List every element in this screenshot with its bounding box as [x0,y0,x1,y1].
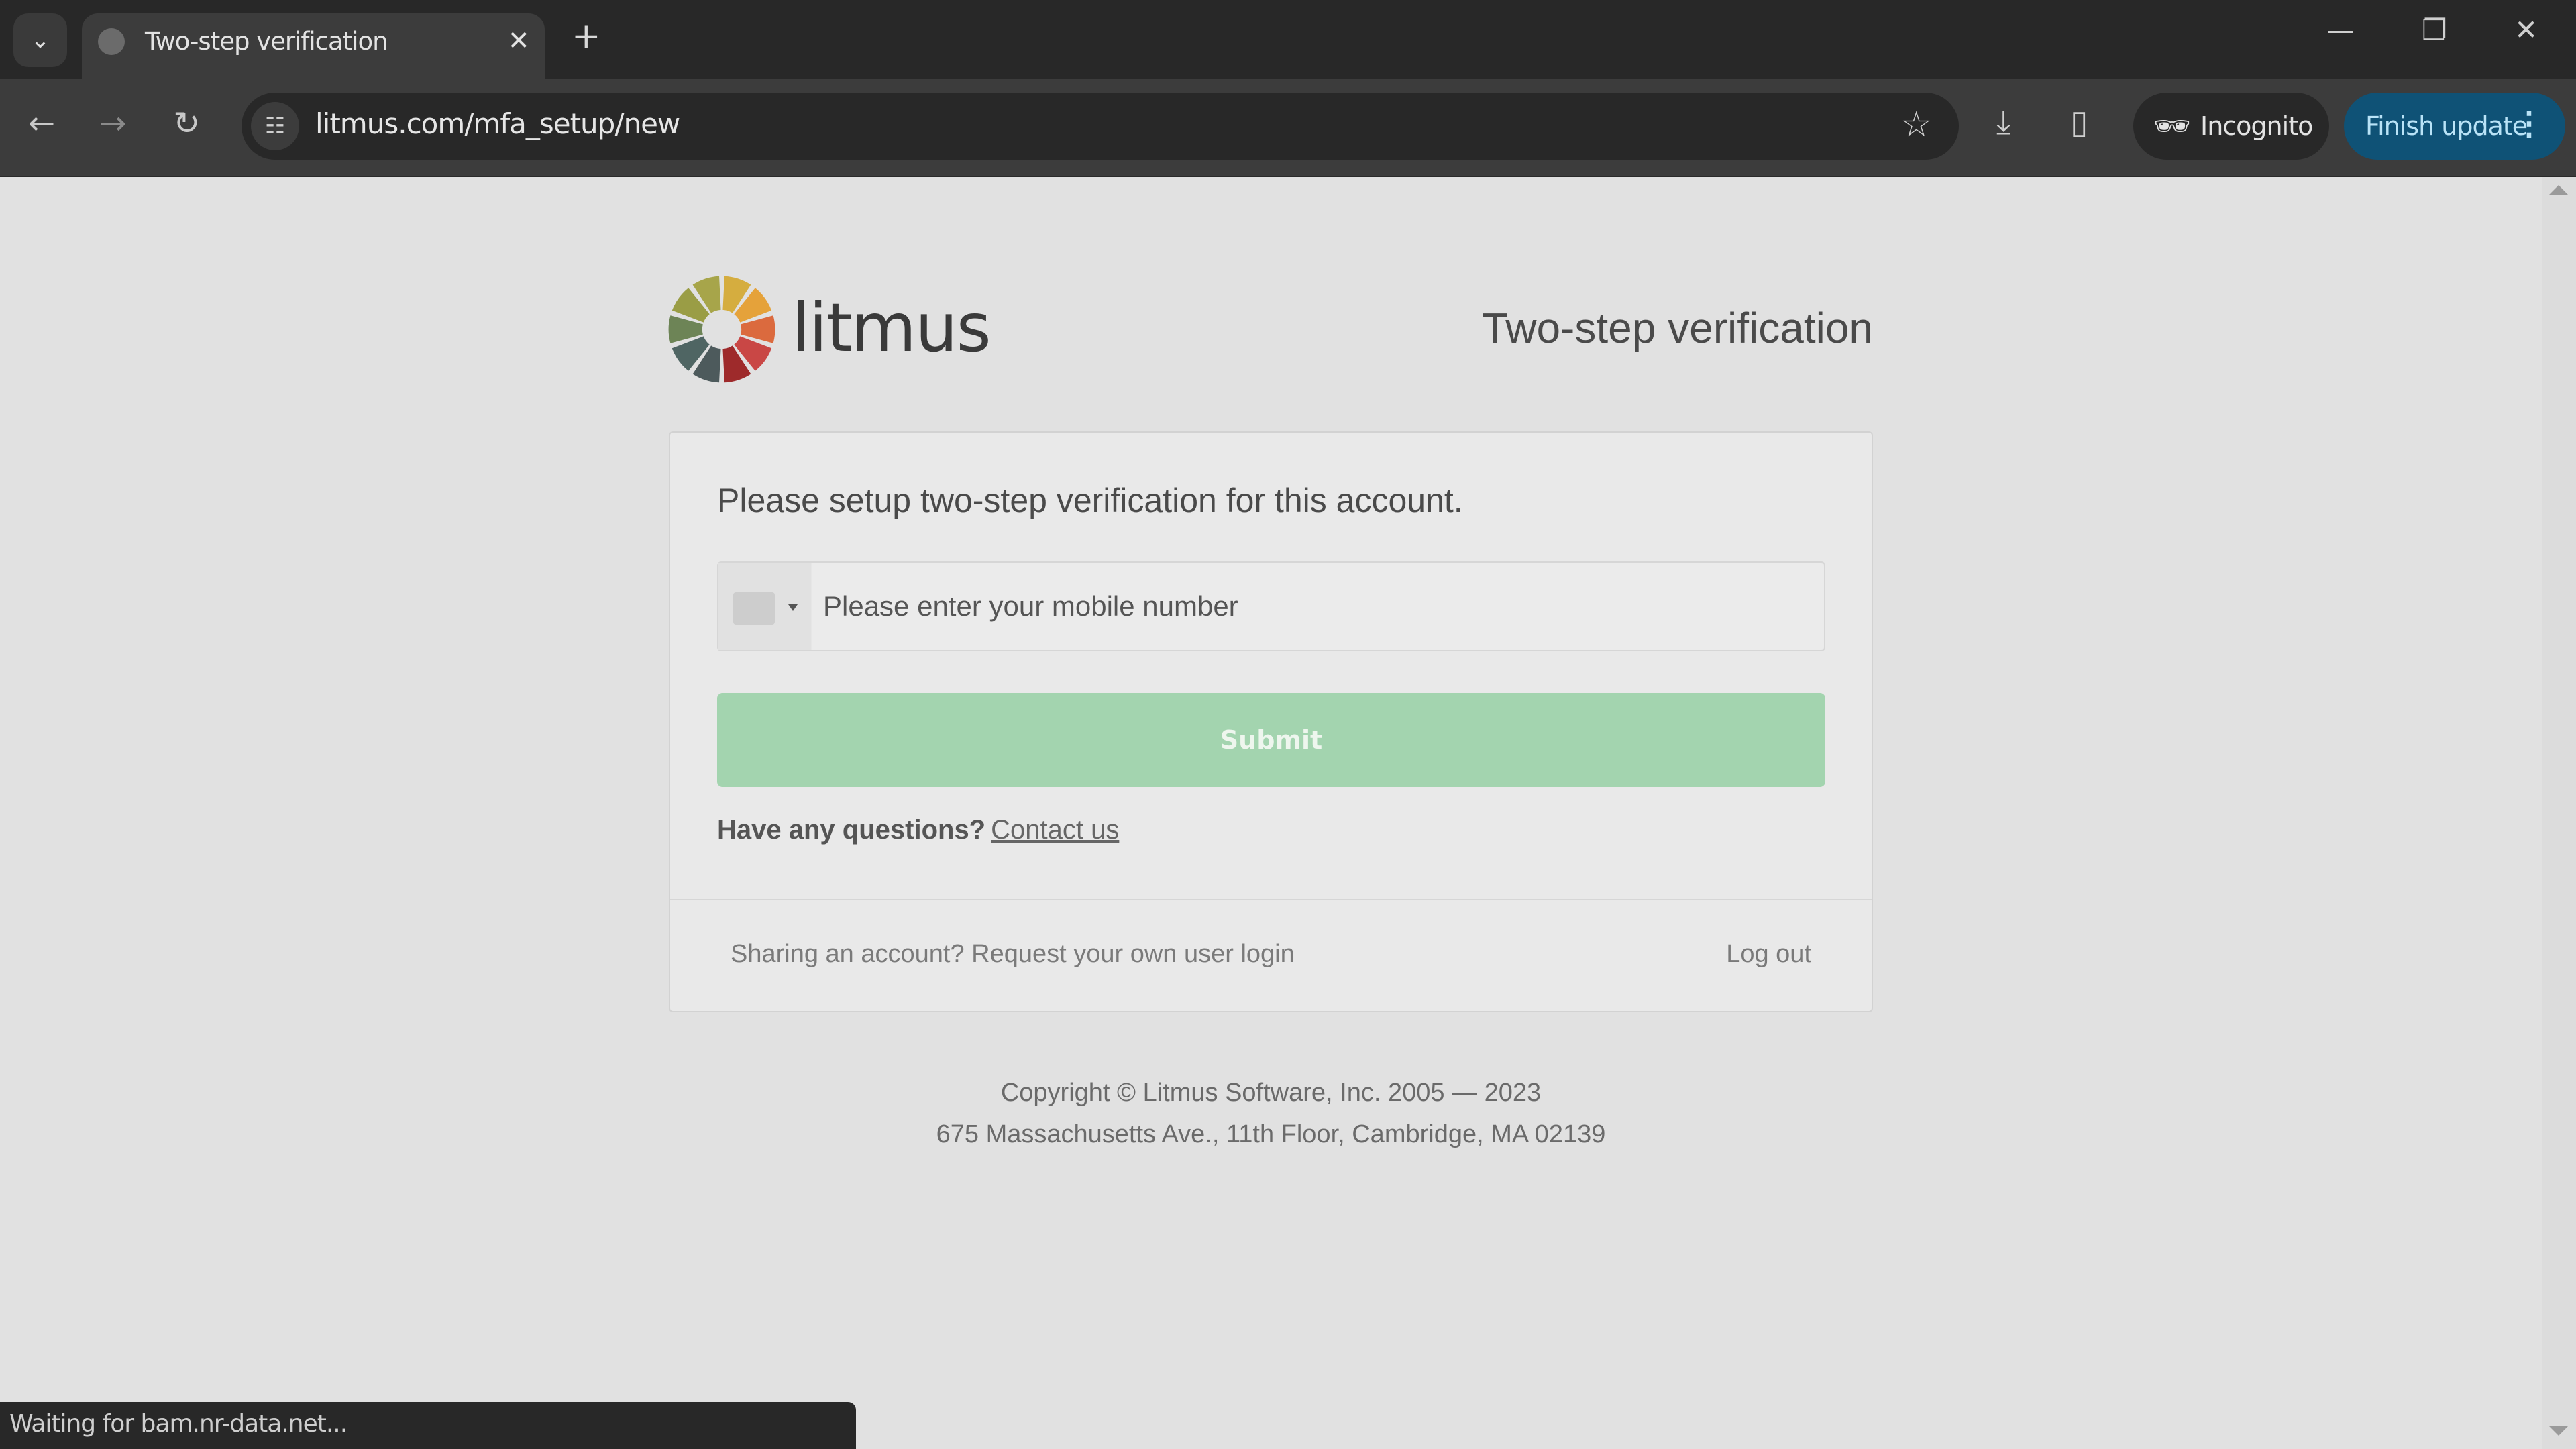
setup-instruction: Please setup two-step verification for t… [717,482,1463,519]
status-text: Waiting for bam.nr-data.net... [9,1410,347,1438]
finish-update-button[interactable]: Finish update ⋮ [2344,93,2565,160]
plus-icon[interactable]: + [572,16,601,56]
incognito-indicator[interactable]: 🕶 Incognito [2133,93,2329,160]
incognito-icon: 🕶 [2153,110,2191,143]
address-text: 675 Massachusetts Ave., 11th Floor, Camb… [936,1120,1606,1148]
download-icon[interactable]: ⤓ [1996,103,2010,142]
scroll-down-arrow-icon[interactable] [2549,1426,2568,1436]
url-text[interactable]: litmus.com/mfa_setup/new [315,107,680,140]
request-user-login-link[interactable]: Sharing an account? Request your own use… [731,940,1295,969]
tune-icon: ☷ [264,113,286,139]
status-bubble: Waiting for bam.nr-data.net... [0,1402,856,1449]
forward-arrow-icon[interactable]: → [99,105,126,142]
mfa-setup-card: Please setup two-step verification for t… [669,431,1873,1012]
tab-title: Two-step verification [145,27,388,56]
chevron-down-icon: ⌄ [30,28,50,53]
close-icon[interactable]: ✕ [507,25,530,56]
help-line: Have any questions? Contact us [717,815,1119,845]
tab-strip: ⌄ Two-step verification ✕ + — ❐ ✕ [0,0,2576,79]
globe-icon [98,28,125,55]
submit-button[interactable]: Submit [717,693,1825,787]
questions-label: Have any questions? [717,815,986,845]
more-menu-icon[interactable]: ⋮ [2513,105,2545,142]
logo-wordmark: litmus [792,288,991,367]
page-title: Two-step verification [1481,304,1873,352]
log-out-link[interactable]: Log out [1726,940,1811,969]
reload-icon[interactable]: ↻ [173,105,200,142]
finish-update-label: Finish update [2365,111,2528,141]
minimize-icon[interactable]: — [2326,13,2355,46]
site-info-button[interactable]: ☷ [251,102,299,150]
address-bar[interactable]: ☷ litmus.com/mfa_setup/new ☆ [241,93,1959,160]
flag-icon [733,592,775,625]
incognito-label: Incognito [2200,111,2313,141]
contact-us-link[interactable]: Contact us [991,815,1119,845]
window-close-icon[interactable]: ✕ [2514,13,2538,46]
card-divider [670,899,1872,900]
phone-number-field [717,561,1825,651]
bookmark-star-icon[interactable]: ☆ [1900,105,1932,145]
vertical-scrollbar[interactable] [2542,177,2576,1449]
browser-toolbar: ← → ↻ ☷ litmus.com/mfa_setup/new ☆ ⤓ ▯ 🕶… [0,79,2576,177]
copyright-text: Copyright © Litmus Software, Inc. 2005 —… [1000,1079,1542,1107]
country-code-dropdown[interactable] [718,563,812,650]
side-panel-icon[interactable]: ▯ [2070,103,2088,141]
tab-search-button[interactable]: ⌄ [13,13,67,67]
restore-icon[interactable]: ❐ [2422,13,2447,46]
page-footer: Copyright © Litmus Software, Inc. 2005 —… [669,1072,1873,1155]
scroll-up-arrow-icon[interactable] [2549,185,2568,195]
litmus-logo-icon [668,276,775,383]
tab-two-step-verification[interactable]: Two-step verification ✕ [82,13,545,79]
caret-down-icon [788,604,798,611]
mobile-number-input[interactable] [823,563,1816,650]
back-arrow-icon[interactable]: ← [28,105,55,142]
